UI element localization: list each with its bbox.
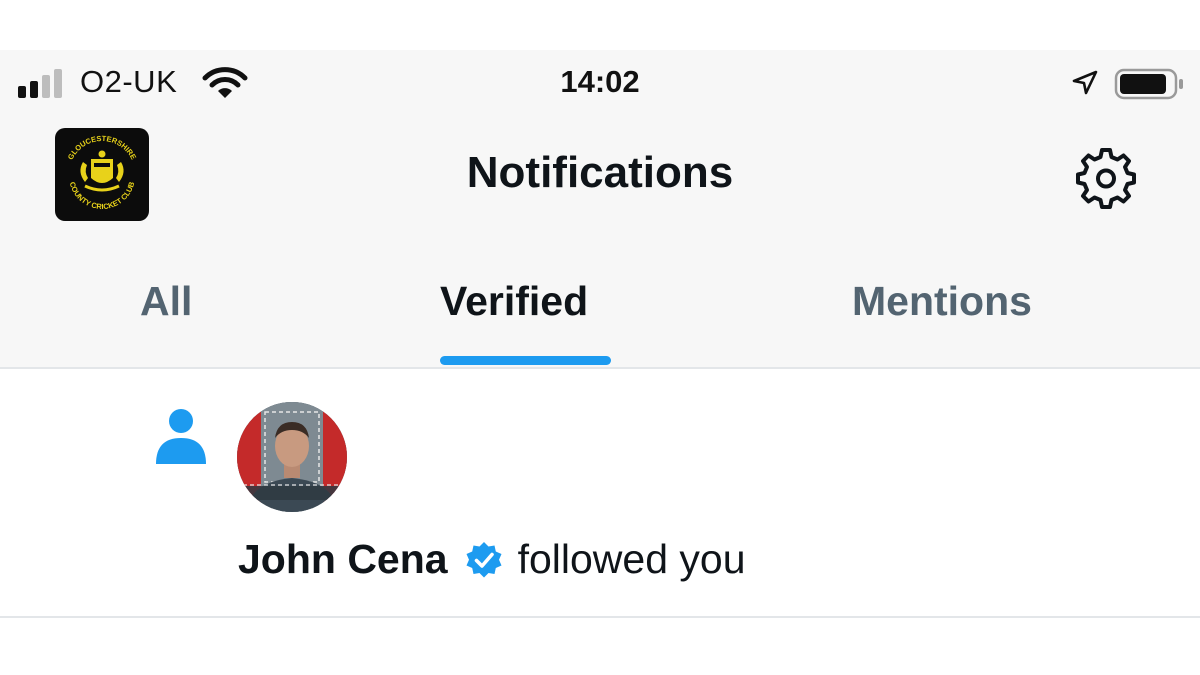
avatar[interactable] <box>237 402 347 512</box>
tab-all[interactable]: All <box>140 278 192 325</box>
page-title: Notifications <box>466 148 734 197</box>
verified-badge-icon <box>466 541 502 577</box>
notification-divider <box>0 616 1200 618</box>
person-icon <box>156 409 206 464</box>
battery-icon <box>1114 68 1183 100</box>
status-bar: O2-UK 14:02 <box>0 58 1200 110</box>
tab-verified[interactable]: Verified <box>440 278 588 325</box>
john-cena-avatar-image <box>237 402 347 512</box>
active-tab-indicator <box>440 356 611 365</box>
notification-action: followed you <box>517 536 746 582</box>
tabs-divider <box>0 367 1200 369</box>
app-header: GLOUCESTERSHIRE COUNTY CRICKET CLUB Noti… <box>0 118 1200 228</box>
notification-tabs: All Verified Mentions <box>0 250 1200 368</box>
status-time: 14:02 <box>560 64 640 99</box>
notification-item[interactable]: John Cena followed you <box>0 370 1200 616</box>
gear-icon[interactable] <box>1074 146 1138 210</box>
tab-mentions[interactable]: Mentions <box>852 278 1032 325</box>
user-name[interactable]: John Cena <box>238 536 448 583</box>
location-arrow-icon <box>1072 70 1098 95</box>
twitter-notifications-screen: O2-UK 14:02 GLOUCESTERSHIRE COUNTY CRICK… <box>0 0 1200 675</box>
top-margin <box>0 0 1200 50</box>
notification-text: John Cena followed you <box>238 536 746 583</box>
